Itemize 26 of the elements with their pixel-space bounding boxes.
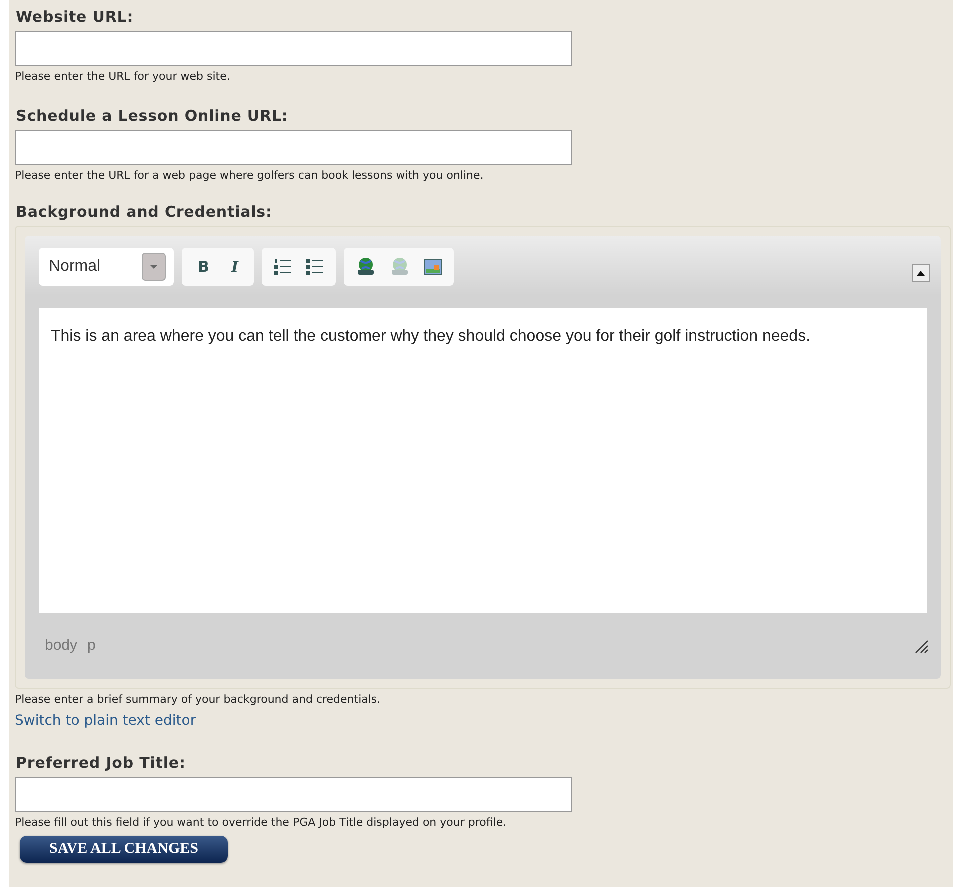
editor-content-area[interactable]: This is an area where you can tell the customer why they should choose you for their golf instruction needs. xyxy=(39,308,927,613)
globe-chain-icon[interactable] xyxy=(356,257,376,277)
format-value: Normal xyxy=(49,257,101,277)
field-label: Background and Credentials: xyxy=(15,202,274,222)
field-label: Preferred Job Title: xyxy=(15,753,187,773)
dropdown-icon[interactable] xyxy=(142,253,166,281)
bold-button[interactable]: B xyxy=(194,256,214,278)
hint-text: Please enter the URL for your web site. xyxy=(15,69,232,85)
resize-grip-icon[interactable] xyxy=(913,638,929,654)
hint-text: Please enter the URL for a web page where golfers can book lessons with you online. xyxy=(15,168,485,184)
input-field[interactable] xyxy=(15,31,572,66)
italic-button[interactable]: I xyxy=(227,256,242,278)
editor-text: This is an area where you can tell the customer why they should choose you for their golf instruction needs. xyxy=(51,327,812,347)
numbered-list-icon[interactable] xyxy=(274,258,292,276)
field-label: Schedule a Lesson Online URL: xyxy=(15,106,290,126)
format-select[interactable]: Normal xyxy=(39,248,174,286)
hint-text: Please enter a brief summary of your background and credentials. xyxy=(15,692,382,708)
input-field[interactable] xyxy=(15,130,572,165)
input-field[interactable] xyxy=(15,777,572,812)
field-label: Website URL: xyxy=(15,7,135,27)
save-all-changes-button[interactable]: SAVE ALL CHANGES xyxy=(20,836,228,863)
collapse-toolbar-icon[interactable] xyxy=(912,264,930,282)
hint-text: Please fill out this field if you want to override the PGA Job Title displayed on your profile. xyxy=(15,815,508,831)
bullet-list-icon[interactable] xyxy=(306,258,324,276)
image-icon[interactable] xyxy=(424,258,442,276)
plain-text-editor-link[interactable]: Switch to plain text editor xyxy=(15,711,196,732)
